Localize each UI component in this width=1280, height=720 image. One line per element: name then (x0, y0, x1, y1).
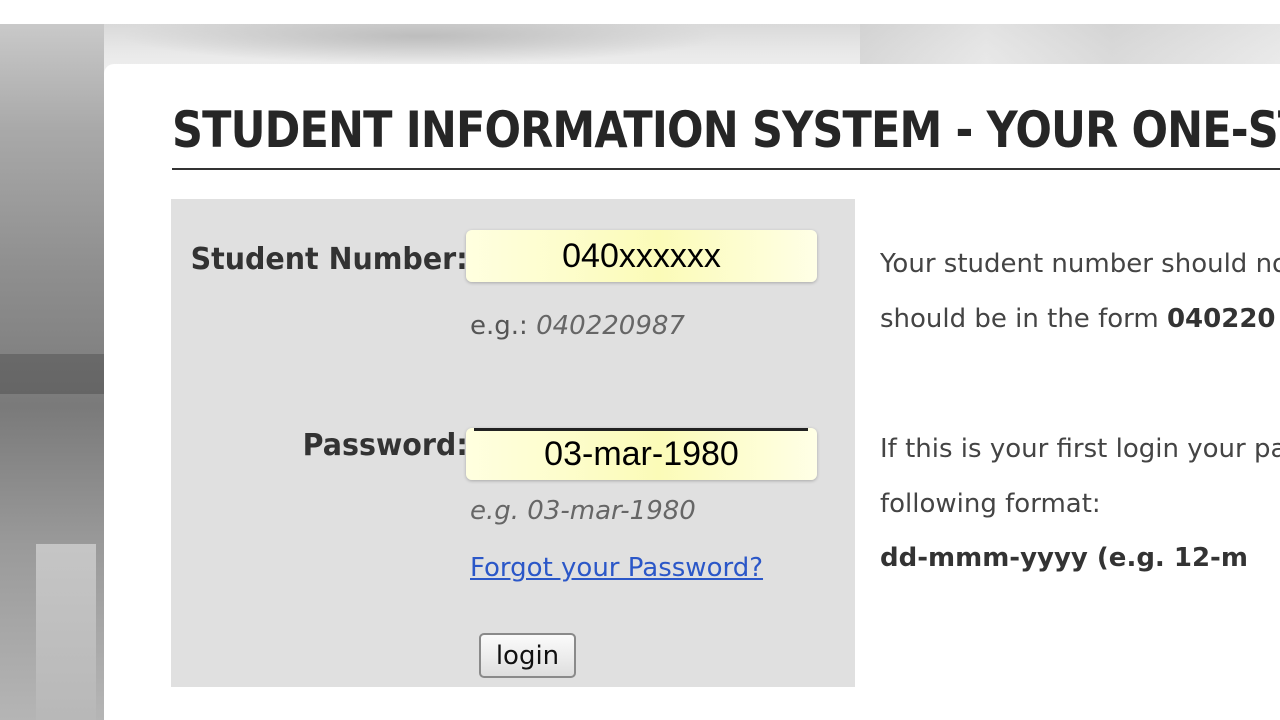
student-number-hint-example: 040220987 (536, 311, 685, 341)
student-number-label: Student Number: (190, 242, 468, 277)
screen: STUDENT INFORMATION SYSTEM - YOUR ONE-ST… (0, 0, 1280, 720)
password-value: 03-mar-1980 (544, 434, 739, 473)
student-number-help-line-2: should be in the form 040220 (880, 304, 1276, 334)
password-hint: e.g. 03-mar-1980 (470, 496, 696, 526)
student-number-help-prefix: should be in the form (880, 304, 1167, 334)
student-number-hint: e.g.: 040220987 (470, 311, 685, 341)
student-number-help-line-1: Your student number should no (880, 249, 1280, 279)
page-title: STUDENT INFORMATION SYSTEM - YOUR ONE-ST… (172, 101, 1280, 159)
student-number-hint-prefix: e.g.: (470, 311, 537, 341)
forgot-password-link[interactable]: Forgot your Password? (470, 553, 763, 583)
password-help-format: dd-mmm-yyyy (e.g. 12-m (880, 543, 1248, 573)
password-input[interactable]: 03-mar-1980 (466, 428, 817, 480)
title-divider (172, 168, 1280, 170)
student-number-input[interactable]: 040xxxxxx (466, 230, 817, 282)
password-help-line-1: If this is your first login your pa (880, 434, 1280, 464)
background-photo-left (0, 24, 104, 720)
login-button[interactable]: login (479, 633, 576, 678)
student-number-help-format: 040220 (1166, 304, 1276, 334)
password-label: Password: (302, 428, 468, 463)
password-help-line-2: following format: (880, 489, 1101, 519)
